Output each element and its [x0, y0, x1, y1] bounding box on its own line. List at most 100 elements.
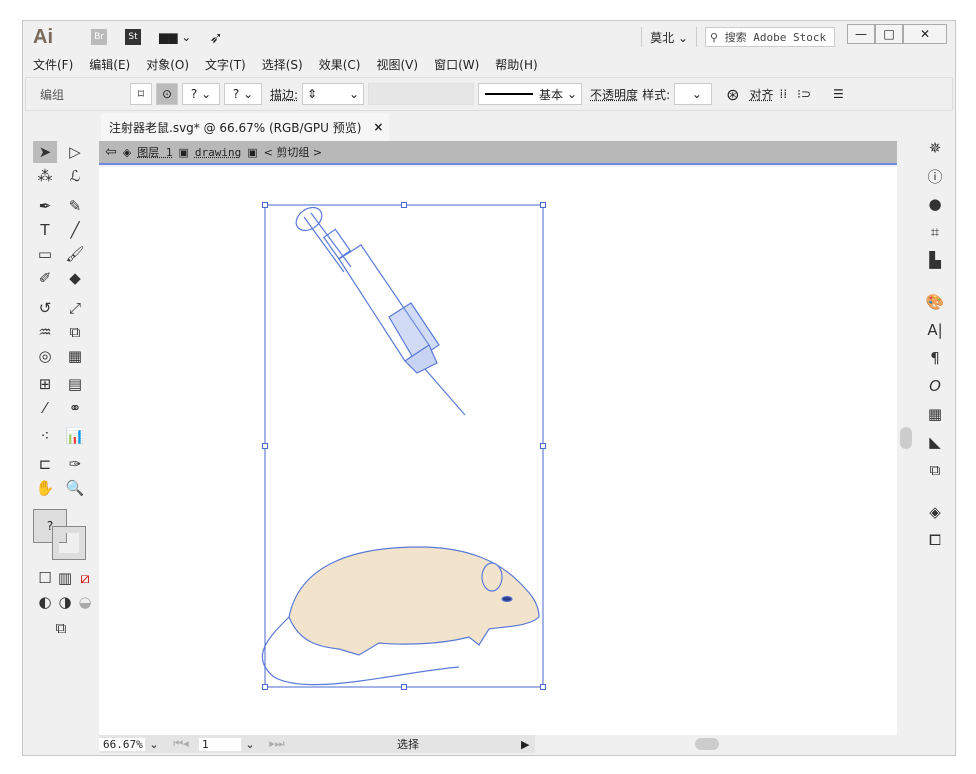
minimize-button[interactable]: — [847, 24, 875, 44]
status-menu-icon[interactable]: ▶ [521, 738, 535, 751]
horizontal-scrollbar[interactable] [535, 735, 897, 753]
vertical-scrollbar[interactable] [897, 141, 915, 735]
direct-selection-tool-icon[interactable]: ▷ [63, 141, 87, 163]
vertical-scroll-thumb[interactable] [900, 427, 912, 449]
stroke-color-dropdown[interactable]: ? ⌄ [224, 83, 262, 105]
resize-handle[interactable] [401, 202, 407, 208]
paintbrush-icon[interactable]: 🖌 [63, 243, 87, 265]
isolate-icon[interactable]: ⌑ [130, 83, 152, 105]
zoom-tool-icon[interactable]: 🔍 [63, 477, 87, 499]
resize-handle[interactable] [262, 443, 268, 449]
lasso-icon[interactable]: ℒ [63, 165, 87, 187]
hand-tool-icon[interactable]: ✋ [33, 477, 57, 499]
menu-window[interactable]: 窗口(W) [434, 56, 479, 73]
shaper-tool-icon[interactable]: ✐ [33, 267, 57, 289]
artboard-tool-icon[interactable]: ⊏ [33, 453, 57, 475]
color-panel-icon[interactable]: 🎨 [923, 291, 947, 313]
graph-tool-icon[interactable]: 📊 [63, 425, 87, 447]
menu-object[interactable]: 对象(O) [146, 56, 189, 73]
screen-mode-icon[interactable]: ⧉ [49, 617, 73, 639]
brush-dropdown[interactable]: 基本 ⌄ [478, 83, 583, 105]
perspective-grid-icon[interactable]: ▦ [63, 345, 87, 367]
stroke-color-swatch[interactable] [52, 526, 86, 560]
type-tool-icon[interactable]: T [33, 219, 57, 241]
curvature-tool-icon[interactable]: ✎ [63, 195, 87, 217]
align-panel-icon[interactable]: ▙ [923, 249, 947, 271]
breadcrumb-layer[interactable]: 图层 1 [137, 144, 172, 160]
layers-panel-icon[interactable]: ◈ [923, 501, 947, 523]
style-dropdown[interactable]: ⌄ [674, 83, 713, 105]
recolor-icon[interactable]: ⊛ [726, 85, 739, 104]
resize-handle[interactable] [540, 684, 546, 690]
none-mode-icon[interactable]: ⧄ [73, 567, 97, 589]
pathfinder-icon[interactable]: ⧠ [923, 529, 947, 551]
scale-tool-icon[interactable]: ⤢ [63, 297, 87, 319]
align-label[interactable]: 对齐 [750, 86, 774, 103]
eyedropper-icon[interactable]: ⁄ [33, 397, 57, 419]
menu-effect[interactable]: 效果(C) [319, 56, 361, 73]
bridge-button[interactable]: Br [91, 29, 107, 45]
panel-menu-icon[interactable]: ☰ [833, 87, 844, 101]
menu-select[interactable]: 选择(S) [262, 56, 303, 73]
character-icon[interactable]: A| [923, 319, 947, 341]
close-button[interactable]: ✕ [903, 24, 947, 44]
breadcrumb-clip-group[interactable]: < 剪切组 > [264, 144, 322, 160]
swatches-icon[interactable]: ▦ [923, 403, 947, 425]
symbol-sprayer-icon[interactable]: ⁖ [33, 425, 57, 447]
appearance-icon[interactable]: ● [923, 193, 947, 215]
arrange-documents-icon[interactable]: ▆▆ ⌄ [159, 30, 191, 44]
rectangle-tool-icon[interactable]: ▭ [33, 243, 57, 265]
workspace-switcher[interactable]: 莫北 ⌄ [650, 29, 688, 46]
zoom-dropdown-icon[interactable]: ⌄ [145, 738, 163, 751]
horizontal-scroll-thumb[interactable] [695, 738, 719, 750]
paragraph-icon[interactable]: ¶ [923, 347, 947, 369]
menu-view[interactable]: 视图(V) [376, 56, 418, 73]
breadcrumb-group[interactable]: drawing [195, 146, 241, 159]
maximize-button[interactable]: □ [875, 24, 903, 44]
next-last-artboard-icon[interactable]: ▸⏭ [259, 737, 295, 751]
stock-search-input[interactable]: ⚲ 搜索 Adobe Stock [705, 27, 835, 47]
zoom-level-field[interactable]: 66.67% [99, 737, 145, 751]
resize-handle[interactable] [262, 202, 268, 208]
selection-tool-icon[interactable]: ➤ [33, 141, 57, 163]
blend-tool-icon[interactable]: ⚭ [63, 397, 87, 419]
menu-type[interactable]: 文字(T) [205, 56, 246, 73]
slice-tool-icon[interactable]: ✑ [63, 453, 87, 475]
gradient-panel-icon[interactable]: ◣ [923, 431, 947, 453]
resize-handle[interactable] [262, 684, 268, 690]
opacity-label[interactable]: 不透明度 [590, 86, 638, 103]
artboard-canvas[interactable] [99, 167, 897, 735]
menu-help[interactable]: 帮助(H) [495, 56, 537, 73]
artboard-dropdown-icon[interactable]: ⌄ [241, 738, 259, 751]
back-arrow-icon[interactable]: ⇦ [105, 144, 117, 160]
stroke-weight-input[interactable]: ⇕ ⌄ [302, 83, 365, 105]
magic-wand-icon[interactable]: ⁂ [33, 165, 57, 187]
stroke-label[interactable]: 描边: [270, 86, 298, 103]
stock-button[interactable]: St [125, 29, 141, 45]
navigator-icon[interactable]: ✵ [923, 137, 947, 159]
gradient-tool-icon[interactable]: ▤ [63, 373, 87, 395]
rotate-tool-icon[interactable]: ↺ [33, 297, 57, 319]
resize-handle[interactable] [540, 443, 546, 449]
artboards-icon[interactable]: ⧉ [923, 459, 947, 481]
pen-tool-icon[interactable]: ✒ [33, 195, 57, 217]
menu-edit[interactable]: 编辑(E) [89, 56, 130, 73]
transform-panel-icon[interactable]: ⌗ [923, 221, 947, 243]
variable-width-dropdown[interactable] [368, 83, 475, 105]
warp-tool-icon[interactable]: ♒ [33, 321, 57, 343]
artboard-number-field[interactable]: 1 [199, 737, 241, 751]
free-transform-icon[interactable]: ⧉ [63, 321, 87, 343]
rocket-icon[interactable]: ➶ [209, 28, 222, 47]
line-tool-icon[interactable]: ╱ [63, 219, 87, 241]
align-icon[interactable]: ⁞⁞ [780, 87, 788, 101]
info-icon[interactable]: ⓘ [923, 165, 947, 187]
menu-file[interactable]: 文件(F) [33, 56, 73, 73]
reference-point-icon[interactable]: ⊙ [156, 83, 178, 105]
transform-icon[interactable]: ⁝⊃ [797, 87, 811, 101]
first-prev-artboard-icon[interactable]: ⏮◂ [163, 737, 199, 751]
resize-handle[interactable] [540, 202, 546, 208]
draw-inside-icon[interactable]: ◒ [73, 591, 97, 613]
mesh-tool-icon[interactable]: ⊞ [33, 373, 57, 395]
fill-dropdown[interactable]: ? ⌄ [182, 83, 220, 105]
close-tab-icon[interactable]: × [373, 120, 383, 134]
